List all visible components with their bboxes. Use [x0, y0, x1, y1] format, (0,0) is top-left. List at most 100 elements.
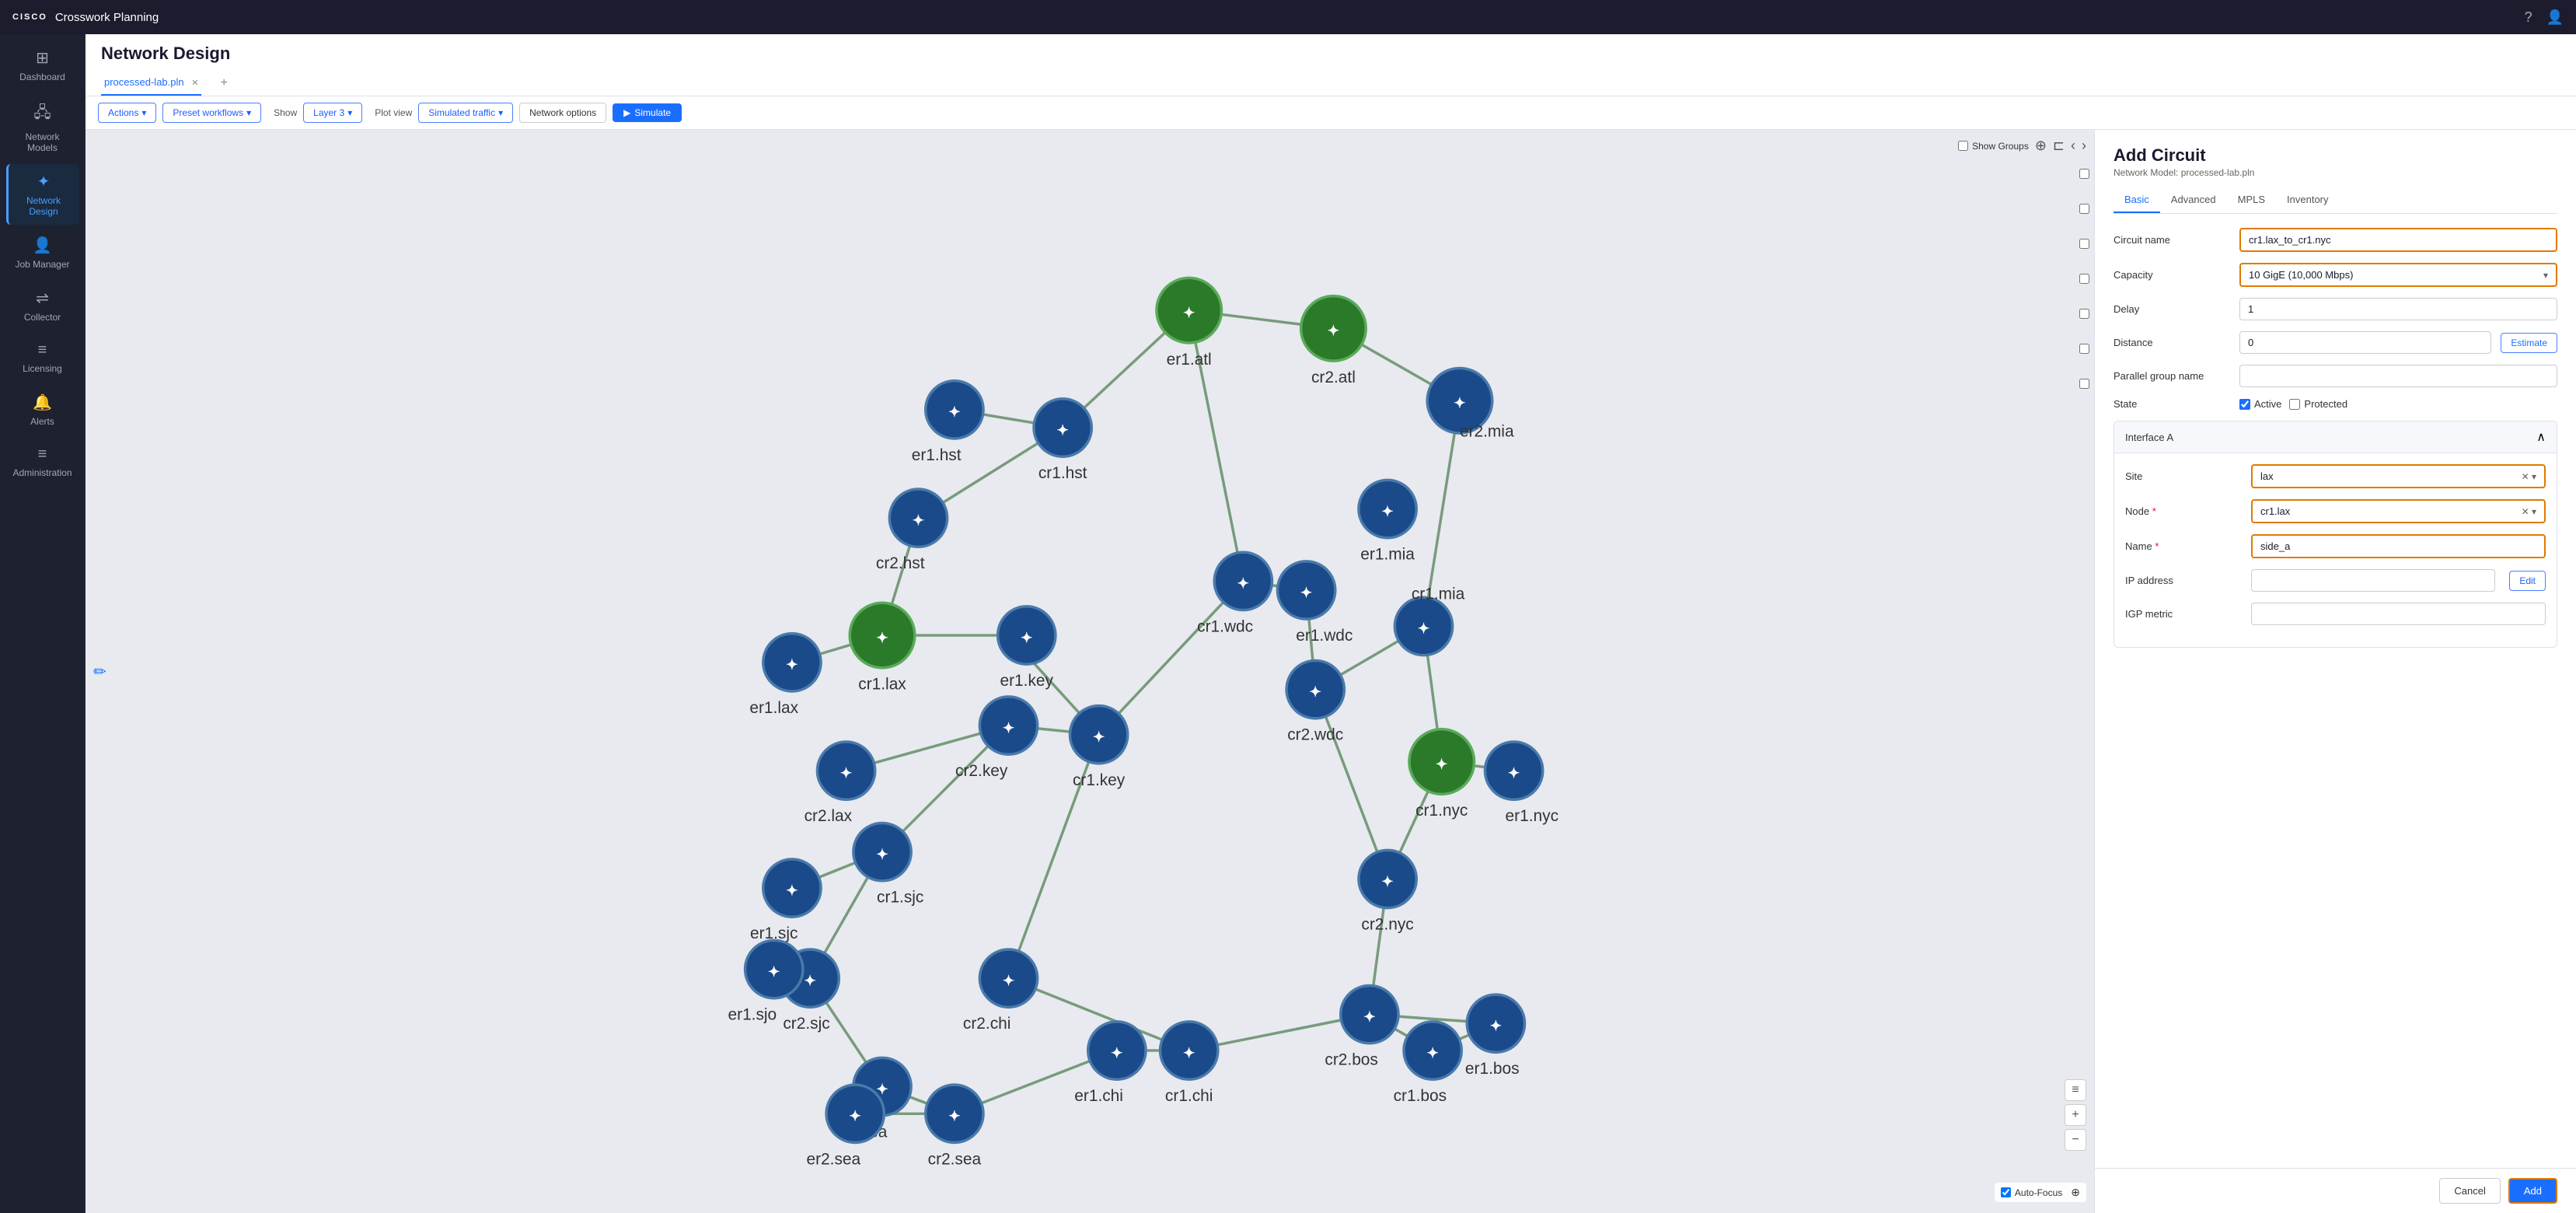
active-checkbox[interactable]	[2239, 399, 2250, 410]
licensing-icon: ≡	[38, 341, 47, 359]
node-row: Node * cr1.lax ✕ ▾	[2125, 499, 2546, 523]
cancel-button[interactable]: Cancel	[2439, 1178, 2500, 1204]
distance-input[interactable]	[2239, 331, 2491, 354]
list-view-icon[interactable]: ≡	[2065, 1079, 2086, 1101]
sidebar-item-network-models[interactable]: 🖧 Network Models	[6, 93, 79, 161]
edit-pencil-icon[interactable]: ✏	[93, 662, 106, 681]
node-er1-mia[interactable]: ✦ er1.mia	[1359, 480, 1416, 563]
cisco-brand: CISCO	[12, 12, 47, 22]
add-button[interactable]: Add	[2508, 1178, 2557, 1204]
node-cr2-nyc[interactable]: ✦ cr2.nyc	[1359, 850, 1416, 933]
svg-text:✦: ✦	[1490, 1018, 1503, 1034]
svg-text:✦: ✦	[1003, 719, 1015, 736]
right-panel: Add Circuit Network Model: processed-lab…	[2094, 130, 2576, 1213]
node-cr2-wdc[interactable]: ✦ cr2.wdc	[1286, 661, 1344, 744]
show-groups-checkbox[interactable]: Show Groups	[1958, 141, 2029, 152]
panel-header: Add Circuit Network Model: processed-lab…	[2095, 130, 2576, 187]
state-checkboxes: Active Protected	[2239, 398, 2347, 410]
interface-a-chevron-icon: ∧	[2536, 429, 2546, 445]
add-node-icon[interactable]: ⊕	[2035, 138, 2047, 154]
chevron-right-icon[interactable]: ›	[2082, 138, 2086, 154]
topbar-left: CISCO Crosswork Planning	[12, 11, 159, 24]
active-checkbox-label[interactable]: Active	[2239, 398, 2281, 410]
tab-advanced[interactable]: Advanced	[2160, 187, 2227, 213]
node-cr1-lax[interactable]: ✦ cr1.lax	[850, 603, 915, 693]
node-select[interactable]: cr1.lax ✕ ▾	[2251, 499, 2546, 523]
parallel-group-input[interactable]	[2239, 365, 2557, 387]
svg-text:✦: ✦	[876, 629, 888, 645]
sidebar-item-dashboard[interactable]: ⊞ Dashboard	[6, 40, 79, 90]
dashboard-icon: ⊞	[36, 48, 49, 68]
diagram-area: Show Groups ⊕ ⊏ ‹ ›	[86, 130, 2094, 1213]
svg-text:cr2.key: cr2.key	[955, 762, 1008, 780]
layer-button[interactable]: Layer 3 ▾	[303, 103, 362, 123]
network-options-button[interactable]: Network options	[519, 103, 606, 123]
igp-input[interactable]	[2251, 603, 2546, 625]
auto-focus-checkbox[interactable]	[2001, 1187, 2011, 1197]
auto-focus-row: Auto-Focus ⊕	[1995, 1183, 2086, 1202]
igp-row: IGP metric	[2125, 603, 2546, 625]
node-cr1-chi[interactable]: ✦ cr1.chi	[1161, 1022, 1218, 1105]
tab-processed-lab[interactable]: processed-lab.pln ✕	[101, 70, 201, 96]
interface-a-body: Site lax ✕ ▾ Node *	[2114, 453, 2557, 647]
zoom-in-button[interactable]: +	[2065, 1104, 2086, 1126]
edit-ip-button[interactable]: Edit	[2509, 571, 2546, 591]
delay-input[interactable]	[2239, 298, 2557, 320]
node-er1-key[interactable]: ✦ er1.key	[998, 606, 1056, 690]
collector-icon: ⇌	[36, 288, 49, 308]
ip-label: IP address	[2125, 575, 2242, 586]
move-icon[interactable]: ⊕	[2071, 1186, 2080, 1199]
estimate-button[interactable]: Estimate	[2501, 333, 2557, 353]
node-er1-bos[interactable]: ✦ er1.bos	[1465, 995, 1525, 1078]
user-icon[interactable]: 👤	[2546, 9, 2564, 26]
sidebar-item-licensing[interactable]: ≡ Licensing	[6, 334, 79, 382]
active-label: Active	[2254, 398, 2281, 410]
sidebar-item-alerts[interactable]: 🔔 Alerts	[6, 385, 79, 435]
tab-mpls[interactable]: MPLS	[2227, 187, 2276, 213]
zoom-out-button[interactable]: −	[2065, 1129, 2086, 1151]
capacity-select[interactable]: 10 GigE (10,000 Mbps) ▾	[2239, 263, 2557, 287]
simulate-button[interactable]: ▶ Simulate	[613, 103, 682, 122]
site-select[interactable]: lax ✕ ▾	[2251, 464, 2546, 488]
svg-text:cr2.sea: cr2.sea	[928, 1150, 982, 1168]
chevron-left-icon[interactable]: ‹	[2071, 138, 2075, 154]
svg-text:✦: ✦	[1381, 873, 1394, 890]
node-cr1-hst[interactable]: ✦ cr1.hst	[1034, 399, 1091, 482]
tab-inventory[interactable]: Inventory	[2276, 187, 2339, 213]
interface-a-header[interactable]: Interface A ∧	[2114, 421, 2557, 453]
sidebar-item-administration[interactable]: ≡ Administration	[6, 438, 79, 486]
svg-text:✦: ✦	[1183, 304, 1196, 320]
protected-checkbox[interactable]	[2289, 399, 2300, 410]
row-cb-3	[2079, 239, 2089, 249]
sidebar-item-network-design[interactable]: ✦ Network Design	[6, 164, 79, 225]
hierarchy-icon[interactable]: ⊏	[2053, 138, 2065, 154]
tab-basic[interactable]: Basic	[2114, 187, 2160, 213]
ip-input[interactable]	[2251, 569, 2495, 592]
node-cr1-key[interactable]: ✦ cr1.key	[1070, 706, 1127, 789]
help-icon[interactable]: ?	[2525, 9, 2532, 26]
svg-text:✦: ✦	[1237, 575, 1250, 592]
preset-workflows-button[interactable]: Preset workflows ▾	[162, 103, 261, 123]
svg-text:cr1.lax: cr1.lax	[858, 676, 906, 694]
node-cr1-nyc[interactable]: ✦ cr1.nyc	[1409, 729, 1475, 820]
sidebar-item-job-manager[interactable]: 👤 Job Manager	[6, 228, 79, 278]
node-cr2-sea[interactable]: ✦ cr2.sea	[926, 1085, 983, 1168]
actions-button[interactable]: Actions ▾	[98, 103, 156, 123]
tab-close-icon[interactable]: ✕	[191, 79, 198, 88]
panel-tabs: Basic Advanced MPLS Inventory	[2114, 187, 2557, 214]
show-groups-input[interactable]	[1958, 141, 1968, 151]
svg-text:✦: ✦	[1003, 972, 1015, 988]
svg-text:✦: ✦	[1300, 584, 1313, 600]
simulated-traffic-button[interactable]: Simulated traffic ▾	[418, 103, 513, 123]
tab-add-icon[interactable]: +	[217, 73, 230, 93]
sidebar-item-collector-label: Collector	[24, 312, 61, 323]
svg-text:er1.lax: er1.lax	[749, 699, 798, 717]
protected-checkbox-label[interactable]: Protected	[2289, 398, 2347, 410]
svg-text:✦: ✦	[1309, 683, 1321, 700]
svg-text:✦: ✦	[948, 404, 961, 420]
interface-name-input[interactable]	[2251, 534, 2546, 558]
sidebar-item-collector[interactable]: ⇌ Collector	[6, 281, 79, 330]
circuit-name-input[interactable]	[2239, 228, 2557, 252]
svg-text:er1.bos: er1.bos	[1465, 1060, 1520, 1078]
svg-text:cr2.nyc: cr2.nyc	[1361, 915, 1413, 933]
